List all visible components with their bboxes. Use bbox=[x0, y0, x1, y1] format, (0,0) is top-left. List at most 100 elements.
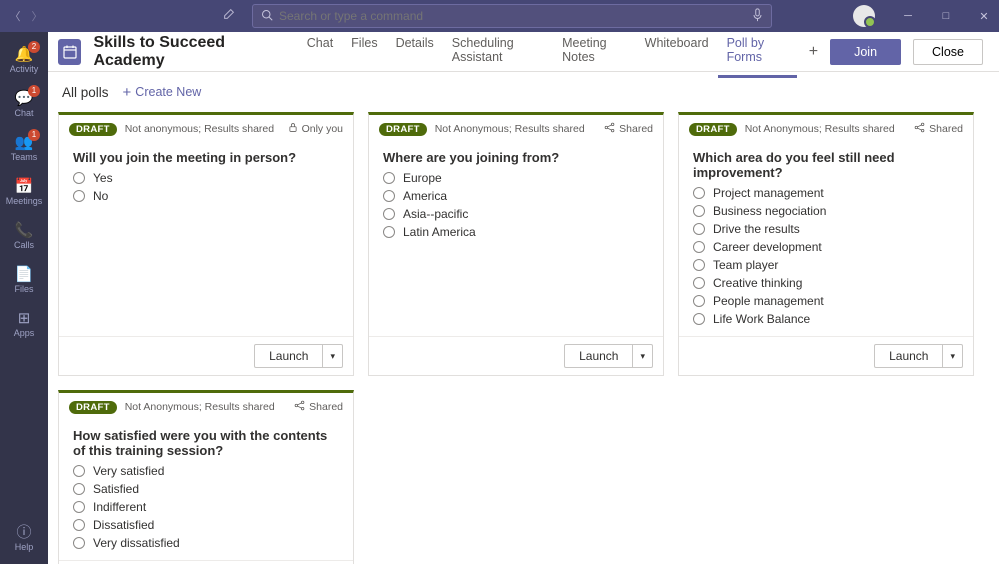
maximize-button[interactable]: □ bbox=[931, 0, 961, 32]
join-button[interactable]: Join bbox=[830, 39, 901, 65]
draft-badge: DRAFT bbox=[69, 401, 117, 414]
compose-icon[interactable] bbox=[222, 7, 236, 26]
badge: 1 bbox=[28, 129, 40, 141]
tab-meeting-notes[interactable]: Meeting Notes bbox=[553, 25, 636, 78]
rail-item-chat[interactable]: 💬Chat1 bbox=[0, 82, 48, 126]
option-label: Business negociation bbox=[713, 204, 826, 218]
option-label: Creative thinking bbox=[713, 276, 802, 290]
radio-icon bbox=[73, 465, 85, 477]
nav-back-button[interactable]: 〈 bbox=[8, 8, 22, 24]
radio-icon bbox=[693, 259, 705, 271]
tab-chat[interactable]: Chat bbox=[298, 25, 342, 78]
poll-visibility: Shared bbox=[604, 122, 653, 136]
poll-option[interactable]: America bbox=[383, 189, 649, 203]
close-button[interactable]: Close bbox=[913, 39, 983, 65]
rail-item-help[interactable]: ⓘHelp bbox=[0, 520, 48, 556]
poll-visibility: Shared bbox=[914, 122, 963, 136]
share-icon bbox=[604, 122, 615, 136]
poll-visibility: Only you bbox=[288, 122, 343, 136]
launch-button[interactable]: Launch▾ bbox=[254, 344, 343, 368]
tab-scheduling-assistant[interactable]: Scheduling Assistant bbox=[443, 25, 553, 78]
poll-card-footer: Launch▾ bbox=[59, 336, 353, 375]
poll-option[interactable]: Business negociation bbox=[693, 204, 959, 218]
poll-option[interactable]: Life Work Balance bbox=[693, 312, 959, 326]
option-label: No bbox=[93, 189, 108, 203]
poll-option[interactable]: Very satisfied bbox=[73, 464, 339, 478]
poll-card-header: DRAFT Not Anonymous; Results shared Shar… bbox=[59, 393, 353, 418]
poll-option[interactable]: People management bbox=[693, 294, 959, 308]
rail-label: Activity bbox=[10, 64, 39, 74]
avatar[interactable] bbox=[853, 5, 875, 27]
option-label: Life Work Balance bbox=[713, 312, 810, 326]
chevron-down-icon[interactable]: ▾ bbox=[632, 345, 652, 367]
poll-meta: Not anonymous; Results shared bbox=[125, 123, 280, 135]
poll-option[interactable]: Creative thinking bbox=[693, 276, 959, 290]
radio-icon bbox=[693, 313, 705, 325]
channel-tab-bar: Skills to Succeed Academy ChatFilesDetai… bbox=[48, 32, 999, 72]
poll-option[interactable]: Project management bbox=[693, 186, 959, 200]
poll-option[interactable]: Dissatisfied bbox=[73, 518, 339, 532]
rail-item-meetings[interactable]: 📅Meetings bbox=[0, 170, 48, 214]
poll-option[interactable]: Satisfied bbox=[73, 482, 339, 496]
poll-visibility: Shared bbox=[294, 400, 343, 414]
rail-item-teams[interactable]: 👥Teams1 bbox=[0, 126, 48, 170]
launch-button[interactable]: Launch▾ bbox=[874, 344, 963, 368]
poll-option[interactable]: No bbox=[73, 189, 339, 203]
radio-icon bbox=[73, 483, 85, 495]
search-input[interactable] bbox=[279, 9, 746, 23]
option-label: Team player bbox=[713, 258, 778, 272]
tab-files[interactable]: Files bbox=[342, 25, 386, 78]
draft-badge: DRAFT bbox=[69, 123, 117, 136]
radio-icon bbox=[73, 190, 85, 202]
rail-item-calls[interactable]: 📞Calls bbox=[0, 214, 48, 258]
poll-option[interactable]: Career development bbox=[693, 240, 959, 254]
nav-forward-button[interactable]: 〉 bbox=[30, 8, 44, 24]
poll-option[interactable]: Europe bbox=[383, 171, 649, 185]
rail-item-files[interactable]: 📄Files bbox=[0, 258, 48, 302]
add-tab-button[interactable]: + bbox=[801, 43, 826, 61]
minimize-button[interactable]: ─ bbox=[893, 0, 923, 32]
poll-question: Which area do you feel still need improv… bbox=[679, 140, 973, 186]
poll-option[interactable]: Asia--pacific bbox=[383, 207, 649, 221]
chevron-down-icon[interactable]: ▾ bbox=[942, 345, 962, 367]
rail-label: Files bbox=[14, 284, 33, 294]
page-title: All polls bbox=[62, 85, 109, 100]
poll-option[interactable]: Latin America bbox=[383, 225, 649, 239]
poll-option[interactable]: Very dissatisfied bbox=[73, 536, 339, 550]
poll-option[interactable]: Drive the results bbox=[693, 222, 959, 236]
rail-item-activity[interactable]: 🔔Activity2 bbox=[0, 38, 48, 82]
share-icon bbox=[294, 400, 305, 414]
option-label: Asia--pacific bbox=[403, 207, 468, 221]
plus-icon: + bbox=[123, 84, 132, 101]
poll-card-header: DRAFT Not Anonymous; Results shared Shar… bbox=[679, 115, 973, 140]
option-label: America bbox=[403, 189, 447, 203]
mic-icon[interactable] bbox=[752, 8, 763, 25]
poll-card-header: DRAFT Not anonymous; Results shared Only… bbox=[59, 115, 353, 140]
badge: 2 bbox=[28, 41, 40, 53]
poll-option[interactable]: Team player bbox=[693, 258, 959, 272]
search-icon bbox=[261, 9, 273, 24]
radio-icon bbox=[73, 172, 85, 184]
poll-option[interactable]: Yes bbox=[73, 171, 339, 185]
calls-icon: 📞 bbox=[15, 223, 34, 238]
rail-label: Teams bbox=[11, 152, 38, 162]
launch-button[interactable]: Launch▾ bbox=[564, 344, 653, 368]
tab-whiteboard[interactable]: Whiteboard bbox=[636, 25, 718, 78]
poll-card-footer: Launch▾ bbox=[369, 336, 663, 375]
chevron-down-icon[interactable]: ▾ bbox=[322, 345, 342, 367]
calendar-app-icon bbox=[58, 39, 81, 65]
option-label: Dissatisfied bbox=[93, 518, 154, 532]
meetings-icon: 📅 bbox=[15, 179, 34, 194]
tab-poll-by-forms[interactable]: Poll by Forms bbox=[718, 25, 797, 78]
create-new-button[interactable]: + Create New bbox=[123, 84, 202, 101]
radio-icon bbox=[693, 187, 705, 199]
close-window-button[interactable]: ✕ bbox=[969, 0, 999, 32]
tab-details[interactable]: Details bbox=[387, 25, 443, 78]
poll-option[interactable]: Indifferent bbox=[73, 500, 339, 514]
poll-question: Will you join the meeting in person? bbox=[59, 140, 353, 171]
rail-item-apps[interactable]: ⊞Apps bbox=[0, 302, 48, 346]
badge: 1 bbox=[28, 85, 40, 97]
poll-card: DRAFT Not Anonymous; Results shared Shar… bbox=[678, 112, 974, 376]
radio-icon bbox=[693, 241, 705, 253]
option-label: Very satisfied bbox=[93, 464, 164, 478]
